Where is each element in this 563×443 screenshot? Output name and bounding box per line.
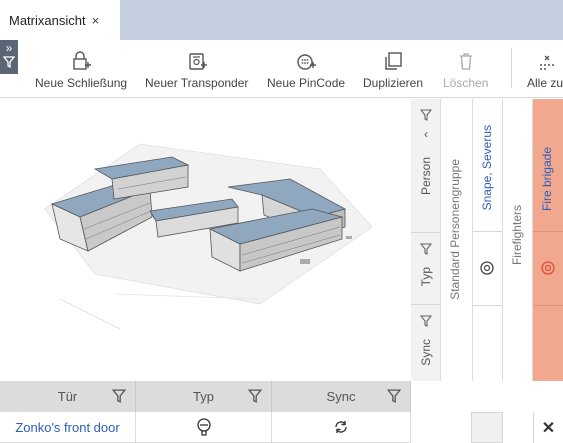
filter-icon[interactable] xyxy=(420,243,432,255)
toolbar: » Neue Schließung Neuer Transponder Neue… xyxy=(0,40,563,98)
lock-add-icon xyxy=(71,50,92,72)
standard-group-label: Standard Personengruppe xyxy=(448,159,462,300)
new-pincode-button[interactable]: Neue PinCode xyxy=(267,50,345,90)
person-column-fire-brigade[interactable]: Fire brigade xyxy=(533,99,563,381)
door-link[interactable]: Zonko's front door xyxy=(15,420,119,435)
copy-icon xyxy=(383,50,403,72)
table-row-sync-cell[interactable] xyxy=(272,412,411,443)
double-chevron-right-icon: » xyxy=(5,41,13,55)
transponder-icon xyxy=(480,261,494,275)
matrix-cell-authorized[interactable]: ✕ xyxy=(533,412,563,443)
table-row-type-cell xyxy=(136,412,272,443)
grid-x-icon xyxy=(535,50,555,72)
delete-label: Löschen xyxy=(443,76,489,90)
person-name: Fire brigade xyxy=(540,147,554,212)
header-label: Typ xyxy=(193,389,214,404)
filter-column: ‹ Person Typ Sync xyxy=(411,99,441,381)
transponder-icon xyxy=(541,261,555,275)
close-icon[interactable]: × xyxy=(92,13,100,28)
column-header-door[interactable]: Tür xyxy=(0,381,136,412)
matrix-cell-empty[interactable] xyxy=(471,412,503,443)
header-spacer xyxy=(411,381,563,412)
delete-button[interactable]: Löschen xyxy=(443,50,488,90)
sync-filter-label: Sync xyxy=(419,339,433,366)
keypad-add-icon xyxy=(296,50,317,72)
transponder-add-icon xyxy=(187,50,207,72)
divider xyxy=(533,305,563,306)
person-filter-cell[interactable]: ‹ Person xyxy=(411,99,441,233)
sync-icon[interactable] xyxy=(333,419,349,435)
new-transponder-label: Neuer Transponder xyxy=(145,76,249,90)
new-transponder-button[interactable]: Neuer Transponder xyxy=(145,50,248,90)
duplicate-button[interactable]: Duplizieren xyxy=(363,50,423,90)
type-filter-cell[interactable]: Typ xyxy=(411,233,441,305)
standard-group-column[interactable]: Standard Personengruppe xyxy=(441,99,473,381)
type-filter-label: Typ xyxy=(419,267,433,287)
person-filter-label: Person xyxy=(419,157,433,196)
header-label: Tür xyxy=(57,389,78,404)
filter-icon[interactable] xyxy=(420,109,432,121)
new-lock-label: Neue Schließung xyxy=(35,76,128,90)
filter-icon[interactable] xyxy=(248,389,262,403)
tab-matrixansicht[interactable]: Matrixansicht × xyxy=(0,0,120,40)
new-lock-button[interactable]: Neue Schließung xyxy=(35,50,127,90)
group-column-firefighters[interactable]: Firefighters xyxy=(503,99,533,381)
building-image xyxy=(0,99,411,381)
sync-filter-cell[interactable]: Sync xyxy=(411,305,441,381)
filter-icon[interactable] xyxy=(420,315,432,327)
person-name: Snape, Severus xyxy=(480,125,494,211)
tab-bar: Matrixansicht × xyxy=(0,0,563,40)
duplicate-label: Duplizieren xyxy=(363,76,424,90)
header-label: Sync xyxy=(326,389,356,404)
divider xyxy=(473,231,502,232)
all-label: Alle zu xyxy=(527,76,563,90)
table-row-door-cell[interactable]: Zonko's front door xyxy=(0,412,136,443)
column-header-type[interactable]: Typ xyxy=(136,381,272,412)
divider xyxy=(533,231,563,232)
new-pincode-label: Neue PinCode xyxy=(267,76,346,90)
filter-icon xyxy=(3,56,15,68)
filter-icon[interactable] xyxy=(387,389,401,403)
collapse-chevron-icon[interactable]: ‹ xyxy=(424,127,428,141)
filter-icon[interactable] xyxy=(112,389,126,403)
divider xyxy=(473,305,502,306)
column-header-sync[interactable]: Sync xyxy=(272,381,411,412)
x-icon: ✕ xyxy=(541,419,556,437)
group-name: Firefighters xyxy=(510,205,524,266)
trash-icon xyxy=(456,50,476,72)
tab-title: Matrixansicht xyxy=(9,12,86,28)
cylinder-lock-icon xyxy=(196,418,211,436)
all-button[interactable]: Alle zu xyxy=(527,50,563,90)
toolbar-separator xyxy=(511,48,512,88)
person-column-snape[interactable]: Snape, Severus xyxy=(473,99,503,381)
filter-panel-toggle[interactable]: » xyxy=(0,40,18,74)
